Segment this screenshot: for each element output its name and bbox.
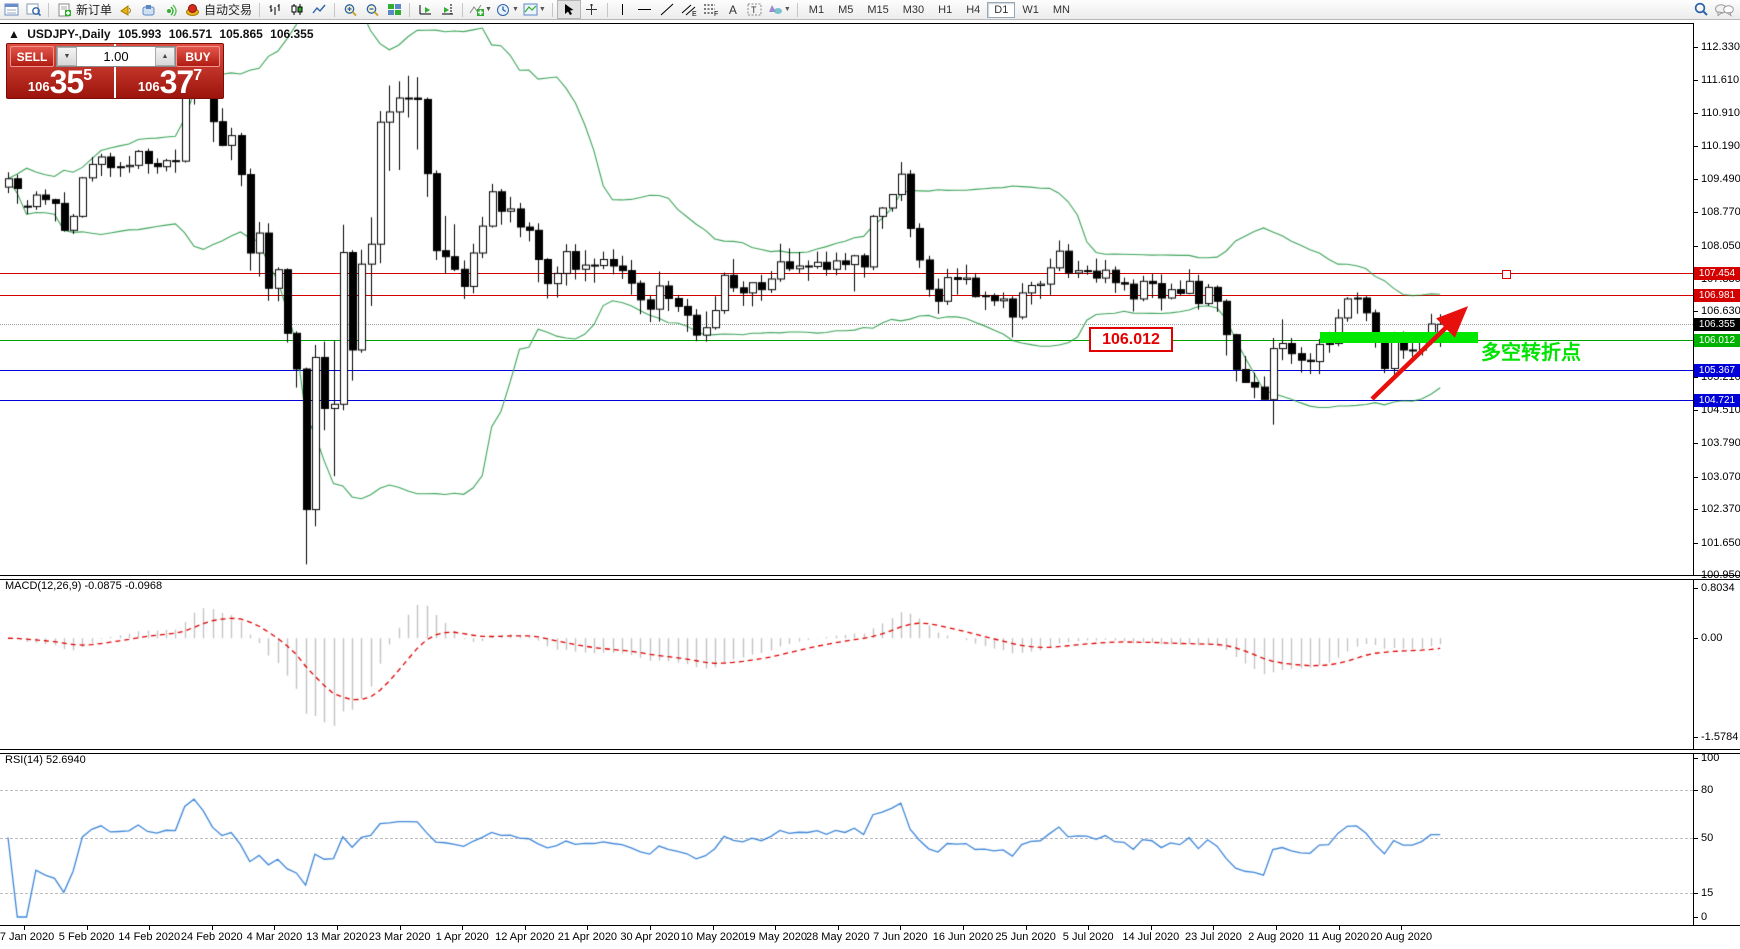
pivot-line-badge: 106.012	[1694, 334, 1740, 347]
sell-price-pip: 5	[83, 67, 92, 85]
trend-arrow[interactable]	[1355, 295, 1485, 410]
line-anchor-marker[interactable]	[1502, 270, 1511, 279]
sell-price-base: 106	[28, 79, 50, 94]
support-line-1-badge: 105.367	[1694, 364, 1740, 377]
bid-price-line-badge: 106.355	[1694, 318, 1740, 331]
quote-low: 105.865	[219, 27, 262, 41]
symbol-name: USDJPY-,Daily	[27, 27, 110, 41]
turning-point-annotation[interactable]: 多空转折点	[1481, 336, 1581, 365]
buy-price: 106 37 7	[117, 65, 223, 97]
buy-price-pip: 7	[193, 67, 202, 85]
rsi-label: RSI(14) 52.6940	[5, 754, 86, 766]
lot-increase-button[interactable]: ▲	[155, 47, 175, 66]
quote-bar: ▲ USDJPY-,Daily 105.993 106.571 105.865 …	[8, 27, 318, 41]
lot-size-control: ▼ 1.00 ▲	[56, 46, 176, 67]
sell-price: 106 35 5	[7, 65, 113, 97]
price-callout-label[interactable]: 106.012	[1089, 327, 1173, 352]
quote-open: 105.993	[118, 27, 161, 41]
macd-label: MACD(12,26,9) -0.0875 -0.0968	[5, 580, 162, 592]
support-line-2-badge: 104.721	[1694, 394, 1740, 407]
buy-button[interactable]: BUY	[176, 46, 220, 67]
quote-close: 106.355	[270, 27, 313, 41]
buy-price-main: 37	[160, 67, 194, 97]
mt4-window: 新订单 自动交易	[0, 0, 1740, 949]
buy-price-base: 106	[138, 79, 160, 94]
symbol-direction-icon: ▲	[8, 27, 20, 41]
resistance-line-2-badge: 106.981	[1694, 289, 1740, 302]
chart-canvas[interactable]	[0, 0, 1740, 949]
lot-size-input[interactable]: 1.00	[77, 47, 155, 66]
sell-price-main: 35	[50, 67, 84, 97]
one-click-trading-panel: 106 35 5 106 37 7 SELL ▼ 1.00 ▲ BUY	[6, 43, 224, 99]
quote-high: 106.571	[169, 27, 212, 41]
lot-decrease-button[interactable]: ▼	[57, 47, 77, 66]
sell-button[interactable]: SELL	[10, 46, 54, 67]
resistance-line-1-badge: 107.454	[1694, 267, 1740, 280]
